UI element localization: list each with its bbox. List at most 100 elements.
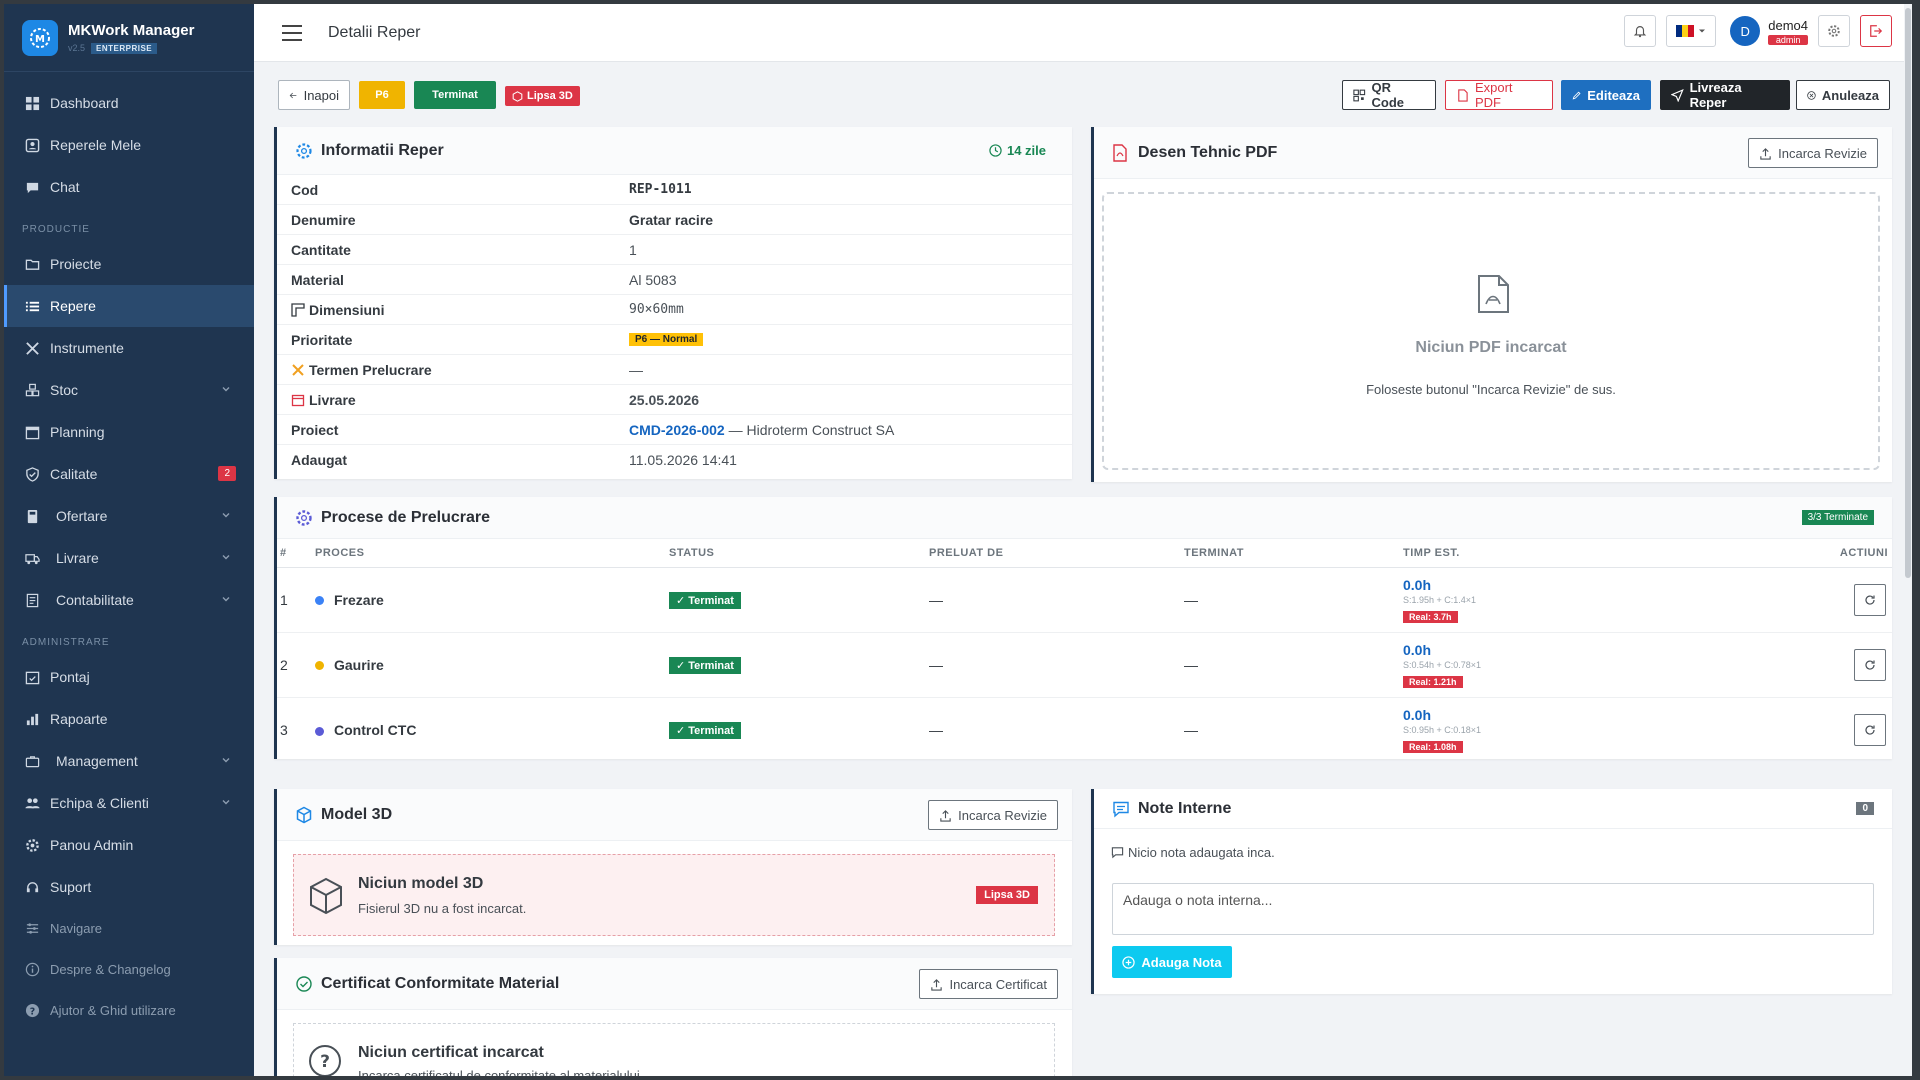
sidebar-item-management[interactable]: Management: [4, 740, 254, 782]
col-finished: TERMINAT: [1184, 539, 1403, 568]
brand[interactable]: M MKWork Manager v2.5 ENTERPRISE: [4, 4, 254, 72]
user-menu[interactable]: D demo4 admin: [1730, 16, 1808, 46]
pdf-empty-title: Niciun PDF incarcat: [1415, 339, 1567, 356]
sidebar-item-dashboard[interactable]: Dashboard: [4, 82, 254, 124]
sidebar-item-label: Reperele Mele: [50, 137, 142, 153]
sidebar-item-tools[interactable]: Instrumente: [4, 327, 254, 369]
nav-section-production: PRODUCTIE: [22, 224, 90, 235]
certificate-empty-title: Niciun certificat incarcat: [358, 1044, 544, 1061]
project-link[interactable]: CMD-2026-002: [629, 422, 725, 438]
note-textarea[interactable]: Adauga o nota interna...: [1112, 883, 1874, 935]
sidebar-item-label: Stoc: [50, 382, 79, 398]
info-value: REP-1011: [629, 182, 692, 197]
language-select[interactable]: [1666, 15, 1717, 47]
sidebar-item-reports[interactable]: Rapoarte: [4, 698, 254, 740]
missing-3d-tag: Lipsa 3D: [505, 86, 580, 106]
certificate-empty-state: ? Niciun certificat incarcat Incarca cer…: [293, 1023, 1055, 1076]
upload-pdf-revision-button[interactable]: Incarca Revizie: [1748, 138, 1878, 168]
sidebar-item-support[interactable]: Suport: [4, 866, 254, 908]
arrow-left-icon: [289, 92, 297, 98]
gear-icon: [295, 142, 313, 160]
part-info-title: Informatii Reper: [321, 141, 444, 159]
sidebar-item-accounting[interactable]: Contabilitate: [4, 579, 254, 621]
time-breakdown: S:0.95h + C:0.18×1: [1403, 724, 1482, 735]
app-frame: M MKWork Manager v2.5 ENTERPRISE Dashboa…: [4, 4, 1912, 1076]
sidebar-item-help[interactable]: ? Ajutor & Ghid utilizare: [4, 990, 254, 1031]
qr-code-button[interactable]: QR Code: [1342, 80, 1436, 110]
deliver-part-button[interactable]: Livreaza Reper: [1660, 80, 1790, 110]
upload-certificate-button[interactable]: Incarca Certificat: [919, 969, 1058, 999]
sidebar-item-delivery[interactable]: Livrare: [4, 537, 254, 579]
check-circle-icon: [295, 975, 313, 993]
sidebar-item-projects[interactable]: Proiecte: [4, 243, 254, 285]
clock-icon: [989, 144, 1002, 157]
boxes-icon: [24, 382, 40, 398]
headset-icon: [24, 879, 40, 895]
sidebar-item-about[interactable]: Despre & Changelog: [4, 949, 254, 990]
notifications-button[interactable]: [1624, 15, 1657, 47]
technical-drawing-title: Desen Tehnic PDF: [1138, 143, 1278, 161]
info-label: Dimensiuni: [309, 301, 385, 318]
reset-process-button[interactable]: [1854, 713, 1886, 746]
chat-icon: [24, 179, 40, 195]
logout-button[interactable]: [1860, 15, 1892, 47]
upload-3d-revision-button[interactable]: Incarca Revizie: [928, 800, 1058, 830]
folder-icon: [24, 256, 40, 272]
chevron-down-icon: [222, 758, 230, 763]
status-badge: ✓ Terminat: [669, 656, 741, 674]
edit-button[interactable]: Editeaza: [1561, 80, 1651, 110]
certificate-empty-hint: Incarca certificatul de conformitate al …: [358, 1068, 640, 1076]
truck-icon: [24, 550, 40, 566]
hamburger-menu-icon[interactable]: [282, 24, 302, 41]
add-note-button[interactable]: Adauga Nota: [1112, 946, 1232, 978]
sidebar-item-stock[interactable]: Stoc: [4, 369, 254, 411]
sidebar-item-admin-panel[interactable]: Panou Admin: [4, 824, 254, 866]
sidebar-item-timesheet[interactable]: Pontaj: [4, 656, 254, 698]
info-icon: [24, 962, 40, 978]
chat-lines-icon: [1112, 800, 1130, 818]
brand-version: v2.5: [68, 43, 86, 53]
info-label: Proiect: [291, 421, 339, 438]
real-time-badge: Real: 1.08h: [1403, 740, 1463, 753]
reset-process-button[interactable]: [1854, 648, 1886, 681]
info-value: Gratar racire: [629, 211, 714, 228]
sidebar-item-team[interactable]: Echipa & Clienti: [4, 782, 254, 824]
caret-down-icon: [1699, 29, 1706, 33]
settings-button[interactable]: [1818, 15, 1850, 47]
process-color-dot: [315, 596, 324, 606]
plus-circle-icon: [1122, 955, 1136, 969]
status-badge: ✓ Terminat: [669, 591, 741, 609]
row-num: 3: [280, 721, 288, 738]
sidebar-item-parts[interactable]: Repere: [4, 285, 254, 327]
calendar-check-icon: [24, 669, 40, 685]
sidebar-item-navigation[interactable]: Navigare: [4, 908, 254, 949]
cube-icon: [295, 806, 313, 824]
info-row-quantity: Cantitate 1: [277, 235, 1072, 265]
sidebar-item-chat[interactable]: Chat: [4, 166, 254, 208]
export-pdf-button[interactable]: Export PDF: [1445, 80, 1553, 110]
pdf-dropzone[interactable]: Niciun PDF incarcat Foloseste butonul "I…: [1102, 192, 1880, 470]
back-button[interactable]: Inapoi: [278, 80, 350, 110]
calendar-icon: [291, 394, 305, 406]
col-num: #: [277, 539, 315, 568]
question-circle-icon: ?: [309, 1045, 341, 1076]
age-days: 14 zile: [1006, 143, 1046, 158]
sidebar-item-offers[interactable]: Ofertare: [4, 495, 254, 537]
sidebar-item-label: Proiecte: [50, 256, 102, 272]
sidebar-item-planning[interactable]: Planning: [4, 411, 254, 453]
scrollbar-thumb[interactable]: [1905, 8, 1911, 578]
tools-icon: [24, 340, 40, 356]
pdf-empty-hint: Foloseste butonul "Incarca Revizie" de s…: [1366, 382, 1616, 397]
reset-process-button[interactable]: [1854, 583, 1886, 616]
sidebar-item-quality[interactable]: Calitate 2: [4, 453, 254, 495]
process-name: Frezare: [334, 591, 384, 608]
cancel-part-button[interactable]: Anuleaza: [1796, 80, 1890, 110]
col-actions: ACTIUNI: [1792, 539, 1892, 568]
sidebar-item-my-parts[interactable]: Reperele Mele: [4, 124, 254, 166]
info-value: —: [629, 361, 643, 378]
upload-icon: [1760, 147, 1771, 160]
page-scrollbar[interactable]: [1904, 4, 1912, 1076]
info-value: Al 5083: [629, 271, 677, 288]
chat-icon: [1111, 847, 1124, 859]
file-pdf-icon: [1478, 275, 1509, 313]
